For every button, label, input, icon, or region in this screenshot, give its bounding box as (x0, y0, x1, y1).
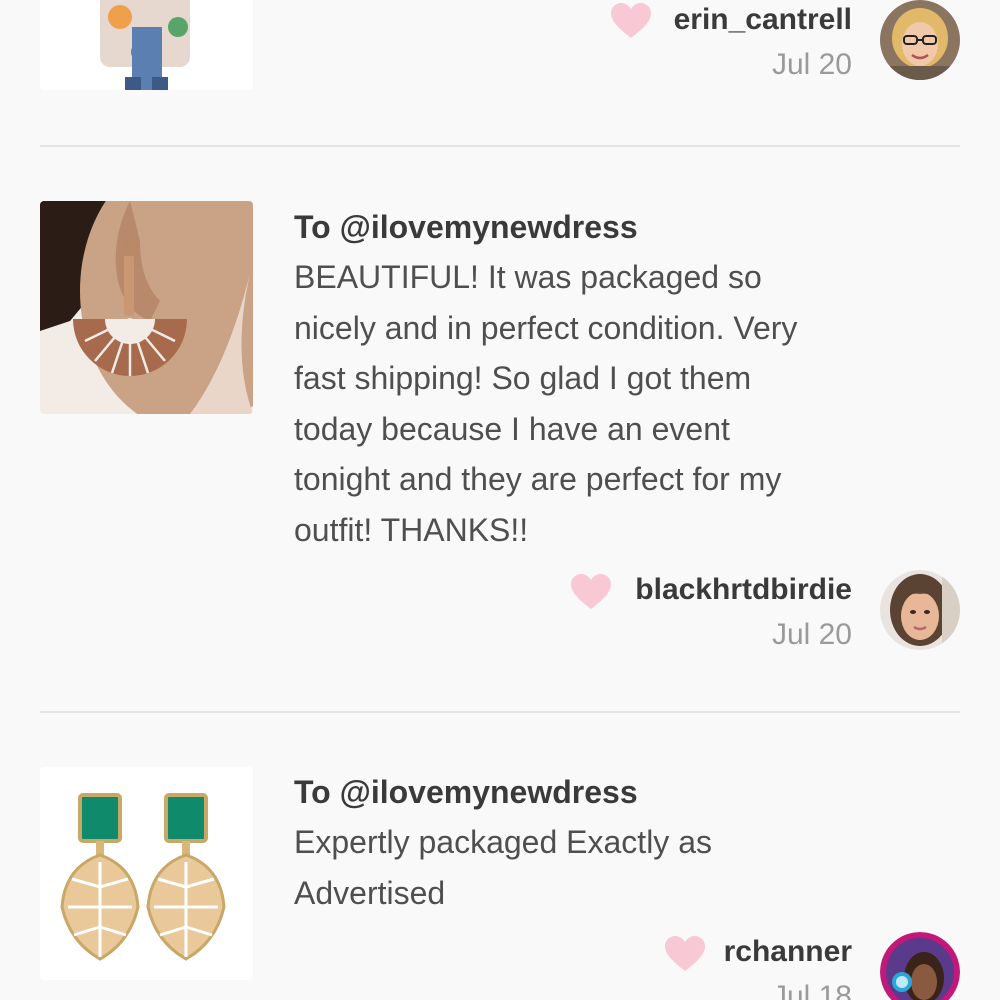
review-feed: erin_cantrell Jul 20 To @ilovemynewdress… (0, 0, 1000, 1000)
comment-line: tonight and they are perfect for my (294, 461, 782, 497)
reviewer-avatar[interactable] (880, 0, 960, 80)
review-recipient[interactable]: To @ilovemynewdress (294, 772, 638, 812)
product-thumbnail-kimono[interactable] (40, 0, 253, 90)
comment-line: fast shipping! So glad I got them (294, 360, 752, 396)
comment-line: Advertised (294, 874, 446, 911)
reviewer-username[interactable]: rchanner (724, 932, 852, 972)
review-divider (40, 711, 960, 713)
review-comment: BEAUTIFUL! It was packaged so nicely and… (294, 252, 934, 555)
user-avatar-pink-ring (880, 932, 960, 1000)
reviewer-username[interactable]: blackhrtdbirdie (635, 570, 852, 610)
review-divider (40, 145, 960, 147)
emerald-leaf-earring-photo (40, 767, 253, 980)
heart-icon[interactable] (570, 573, 612, 611)
user-avatar-brunette (880, 570, 960, 650)
product-thumbnail-leaf-earring[interactable] (40, 767, 253, 980)
comment-line: BEAUTIFUL! It was packaged so (294, 259, 762, 295)
review-comment: Expertly packaged Exactly as Advertised (294, 817, 934, 918)
comment-line: nicely and in perfect condition. Very (294, 309, 798, 346)
heart-icon[interactable] (664, 935, 706, 973)
floral-kimono-outfit-photo (40, 0, 253, 90)
reviewer-avatar[interactable] (880, 570, 960, 650)
reviewer-username[interactable]: erin_cantrell (674, 0, 852, 40)
comment-line: today because I have an event (294, 410, 730, 447)
heart-icon[interactable] (610, 2, 652, 40)
review-date: Jul 20 (771, 618, 852, 651)
product-thumbnail-fan-earring[interactable] (40, 201, 253, 414)
wooden-fan-earring-photo (40, 201, 253, 414)
review-date: Jul 18 (771, 980, 852, 1000)
reviewer-avatar[interactable] (880, 932, 960, 1000)
comment-line: Expertly packaged Exactly as (294, 824, 712, 860)
review-date: Jul 20 (771, 48, 852, 81)
review-recipient[interactable]: To @ilovemynewdress (294, 207, 638, 247)
comment-line: outfit! THANKS!! (294, 511, 529, 548)
user-avatar-blonde-glasses (880, 0, 960, 80)
